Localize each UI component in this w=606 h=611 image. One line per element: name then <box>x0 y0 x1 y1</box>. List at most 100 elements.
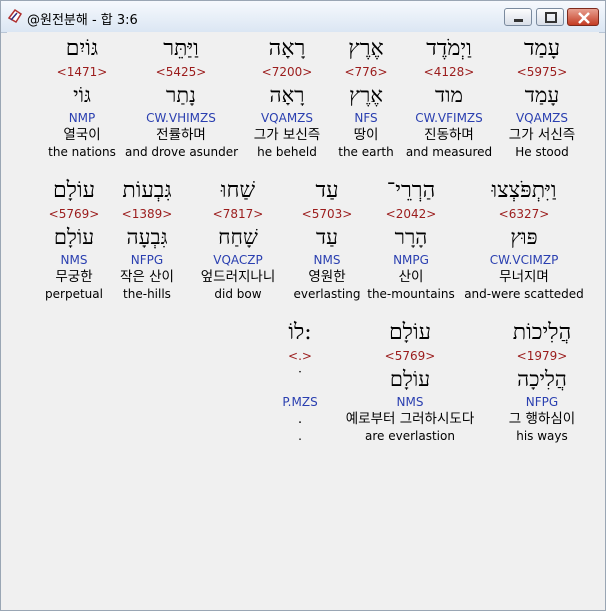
word-cell[interactable]: וַיִּתְפֹּצְצוּ <6327> פּוּץ CW.VCIMZP 무… <box>462 176 586 302</box>
parsing-code: VQACZP <box>213 253 263 267</box>
hebrew-word: עוֹלָם <box>52 178 96 203</box>
hebrew-word: הַרְרֵי־ <box>386 178 436 203</box>
strong-number[interactable]: <5425> <box>125 64 237 80</box>
parsing-code: NMS <box>313 253 341 267</box>
hebrew-lemma: מוד <box>435 83 463 107</box>
parsing-code: NFPG <box>130 253 164 267</box>
window-title: @원전분해 - 합 3:6 <box>27 13 138 28</box>
word-cell[interactable]: הֲלִיכוֹת <1979> הֲלִיכָה NFPG 그 행하심이 hi… <box>496 318 588 444</box>
korean-gloss: 예로부터 그러하시도다 <box>345 411 475 427</box>
maximize-icon <box>545 12 557 23</box>
hebrew-lemma: הָרָר <box>394 225 428 249</box>
hebrew-lemma: עָמַד <box>524 83 560 107</box>
korean-gloss: 영원한 <box>308 269 346 285</box>
close-icon <box>578 12 590 24</box>
word-cell[interactable]: לוֹ: <.> ׁ P.MZS . . <box>270 318 330 444</box>
strong-number[interactable]: <1471> <box>46 64 118 80</box>
parsing-code: NMP <box>68 111 96 125</box>
parsing-code: NFPG <box>525 395 559 409</box>
korean-gloss: 그가 보신즉 <box>253 127 321 143</box>
hebrew-word: וַיְמֹדֶד <box>426 36 472 61</box>
korean-gloss: 그가 서신즉 <box>508 127 576 143</box>
english-gloss: . <box>298 429 302 443</box>
strong-number[interactable]: <5703> <box>292 206 362 222</box>
hebrew-word: גּוֹיִם <box>65 36 99 61</box>
english-gloss: he beheld <box>257 145 317 159</box>
korean-gloss: 작은 산이 <box>120 269 174 285</box>
english-gloss: the earth <box>338 145 394 159</box>
minimize-button[interactable] <box>504 8 532 26</box>
hebrew-lemma: שָׁחַח <box>218 225 258 249</box>
strong-number[interactable]: <.> <box>270 348 330 364</box>
word-cell[interactable]: וַיַּתֵּר <5425> נָתַר CW.VHIMZS 전률하며 an… <box>125 34 238 160</box>
korean-gloss: . <box>297 411 303 427</box>
strong-number[interactable]: <1389> <box>110 206 184 222</box>
strong-number[interactable]: <5975> <box>496 64 588 80</box>
word-cell[interactable]: עָמַד <5975> עָמַד VQAMZS 그가 서신즉 He stoo… <box>496 34 588 160</box>
english-gloss: the-hills <box>123 287 171 301</box>
korean-gloss: 엎드러지나니 <box>200 269 276 285</box>
hebrew-word: לוֹ: <box>288 320 312 345</box>
hebrew-word: וַיִּתְפֹּצְצוּ <box>491 178 557 203</box>
word-cell[interactable]: שַׁחוּ <7817> שָׁחַח VQACZP 엎드러지나니 did b… <box>190 176 286 302</box>
parsing-code: VQAMZS <box>260 111 314 125</box>
hebrew-lemma: עוֹלָם <box>389 367 431 391</box>
strong-number[interactable]: <6327> <box>462 206 586 222</box>
parsing-code: NFS <box>354 111 378 125</box>
word-cell[interactable]: וַיְמֹדֶד <4128> מוד CW.VFIMZS 진동하며 and … <box>402 34 496 160</box>
korean-gloss: 열국이 <box>63 127 101 143</box>
parsing-code: CW.VHIMZS <box>146 111 216 125</box>
parsing-code: NMS <box>396 395 424 409</box>
korean-gloss: 전률하며 <box>156 127 206 143</box>
english-gloss: the nations <box>48 145 116 159</box>
hebrew-lemma: גִּבְעָה <box>126 225 168 249</box>
strong-number[interactable]: <7817> <box>190 206 286 222</box>
english-gloss: and-were scatteded <box>464 287 584 301</box>
parsing-code: P.MZS <box>282 395 318 409</box>
english-gloss: are everlastion <box>365 429 455 443</box>
strong-number[interactable]: <4128> <box>402 64 496 80</box>
english-gloss: He stood <box>515 145 569 159</box>
hebrew-word: עוֹלָם <box>388 320 432 345</box>
english-gloss: the-mountains <box>367 287 455 301</box>
word-cell[interactable]: עוֹלָם <5769> עוֹלָם NMS 예로부터 그러하시도다 are… <box>332 318 488 444</box>
hebrew-lemma: אֶרֶץ <box>349 83 383 107</box>
hebrew-lemma: גּוֹי <box>73 83 91 107</box>
hebrew-lemma: ׁ <box>270 364 330 394</box>
korean-gloss: 무궁한 <box>55 269 93 285</box>
word-cell[interactable]: רָאָה <7200> רָאָה VQAMZS 그가 보신즉 he behe… <box>244 34 330 160</box>
strong-number[interactable]: <1979> <box>496 348 588 364</box>
strong-number[interactable]: <7200> <box>244 64 330 80</box>
parsing-code: CW.VFIMZS <box>415 111 483 125</box>
hebrew-word: אֶרֶץ <box>348 36 384 61</box>
english-gloss: perpetual <box>45 287 103 301</box>
hebrew-lemma: רָאָה <box>269 83 305 107</box>
korean-gloss: 땅이 <box>353 127 379 143</box>
app-logo-icon <box>7 8 23 24</box>
hebrew-word: שַׁחוּ <box>220 178 256 203</box>
korean-gloss: 그 행하심이 <box>508 411 576 427</box>
close-button[interactable] <box>567 8 599 26</box>
english-gloss: did bow <box>214 287 262 301</box>
parsing-code: CW.VCIMZP <box>489 253 559 267</box>
minimize-icon <box>514 19 523 22</box>
word-cell[interactable]: עַד <5703> עַד NMS 영원한 everlasting <box>292 176 362 302</box>
strong-number[interactable]: <2042> <box>366 206 456 222</box>
word-cell[interactable]: אֶרֶץ <776> אֶרֶץ NFS 땅이 the earth <box>330 34 402 160</box>
word-cell[interactable]: גִּבְעוֹת <1389> גִּבְעָה NFPG 작은 산이 the… <box>110 176 184 302</box>
strong-number[interactable]: <5769> <box>40 206 108 222</box>
title-bar[interactable]: @원전분해 - 합 3:6 <box>1 1 605 33</box>
strong-number[interactable]: <5769> <box>332 348 488 364</box>
maximize-button[interactable] <box>536 8 564 26</box>
korean-gloss: 진동하며 <box>424 127 474 143</box>
hebrew-word: עָמַד <box>523 36 561 61</box>
hebrew-lemma: פּוּץ <box>510 225 538 249</box>
word-cell[interactable]: עוֹלָם <5769> עוֹלָם NMS 무궁한 perpetual <box>40 176 108 302</box>
parsing-code: NMPG <box>393 253 429 267</box>
hebrew-word: גִּבְעוֹת <box>122 178 172 203</box>
hebrew-lemma: נָתַר <box>166 83 196 107</box>
word-cell[interactable]: גּוֹיִם <1471> גּוֹי NMP 열국이 the nations <box>46 34 118 160</box>
english-gloss: everlasting <box>293 287 361 301</box>
strong-number[interactable]: <776> <box>330 64 402 80</box>
word-cell[interactable]: הַרְרֵי־ <2042> הָרָר NMPG 산이 the-mounta… <box>366 176 456 302</box>
